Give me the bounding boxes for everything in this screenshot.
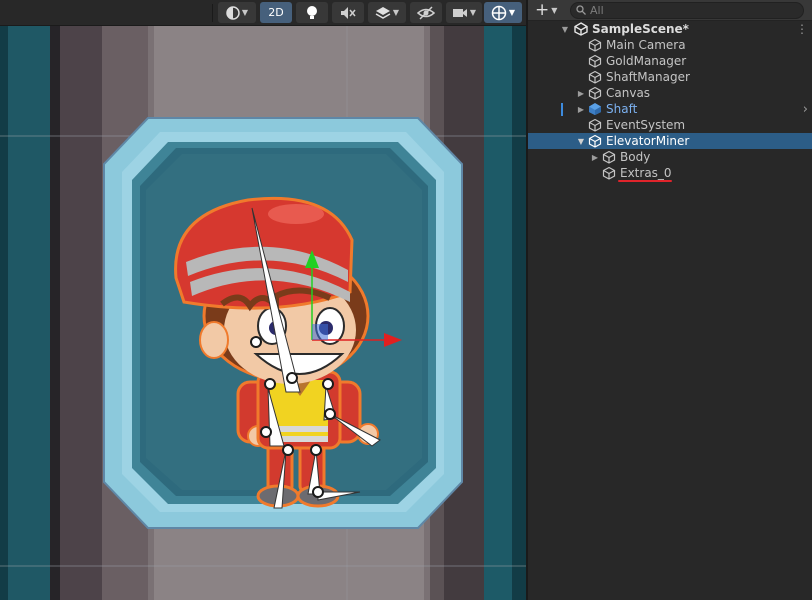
expand-arrow-icon[interactable]: ▶ (576, 105, 586, 114)
hierarchy-item-label: ElevatorMiner (606, 134, 690, 148)
gizmo-xy-plane (312, 324, 328, 340)
gameobject-cube-icon (602, 150, 616, 164)
collapse-arrow-icon[interactable]: ▼ (576, 137, 586, 146)
hierarchy-item-label: Body (620, 150, 651, 164)
scene-canvas[interactable] (0, 0, 526, 600)
hierarchy-item-body[interactable]: ▶ Body (528, 149, 812, 165)
hierarchy-toolbar: + ▼ (528, 0, 812, 21)
gameobject-cube-icon (588, 54, 602, 68)
hierarchy-item-label: Extras_0 (620, 166, 672, 180)
kebab-menu-icon[interactable]: ⋮ (796, 22, 808, 36)
scene-visibility-button[interactable] (410, 2, 442, 23)
expand-arrow-icon[interactable]: ▶ (590, 153, 600, 162)
hierarchy-item-label: GoldManager (606, 54, 687, 68)
hierarchy-search-input[interactable] (590, 4, 770, 17)
audio-muted-icon (340, 6, 356, 20)
hierarchy-search-box[interactable] (570, 2, 804, 19)
add-object-dropdown[interactable]: + ▼ (532, 1, 564, 20)
annotation-underline (618, 180, 672, 182)
hierarchy-item-extras-0[interactable]: Extras_0 (528, 165, 812, 181)
expand-arrow-icon[interactable]: ▶ (576, 89, 586, 98)
plus-icon: + (535, 0, 550, 20)
hierarchy-item-label: Main Camera (606, 38, 686, 52)
hierarchy-item-label: EventSystem (606, 118, 686, 132)
chevron-down-icon: ▼ (241, 8, 249, 17)
search-icon (576, 4, 586, 18)
gizmo-globe-icon (491, 5, 507, 21)
gameobject-cube-icon (588, 86, 602, 100)
gameobject-cube-icon (602, 166, 616, 180)
shading-sphere-icon (226, 5, 240, 20)
audio-toggle-button[interactable] (332, 2, 364, 23)
hierarchy-item-goldmanager[interactable]: GoldManager (528, 53, 812, 69)
chevron-down-icon: ▼ (551, 6, 558, 15)
hierarchy-item-label: Shaft (606, 102, 638, 116)
camera-icon (452, 7, 468, 19)
scene-name-label: SampleScene* (592, 22, 689, 36)
chevron-down-icon: ▼ (392, 8, 400, 17)
hierarchy-item-eventsystem[interactable]: EventSystem (528, 117, 812, 133)
camera-settings-dropdown[interactable]: ▼ (446, 2, 482, 23)
hierarchy-item-elevatorminer[interactable]: ▼ ElevatorMiner (528, 133, 812, 149)
eye-hidden-icon (417, 5, 435, 20)
toolbar-separator (212, 4, 213, 22)
layers-effects-icon (375, 6, 391, 20)
expand-arrow-icon[interactable]: ▼ (560, 25, 570, 34)
hierarchy-item-shaft[interactable]: ▶ Shaft › (528, 101, 812, 117)
chevron-down-icon: ▼ (508, 8, 516, 17)
lightbulb-icon (305, 5, 319, 21)
unity-scene-icon (574, 22, 588, 36)
effects-dropdown[interactable]: ▼ (368, 2, 406, 23)
chevron-right-icon[interactable]: › (803, 102, 808, 117)
gameobject-cube-icon (588, 134, 602, 148)
toggle-2d-button[interactable]: 2D (260, 2, 292, 23)
gameobject-cube-icon (588, 70, 602, 84)
hierarchy-item-canvas[interactable]: ▶ Canvas (528, 85, 812, 101)
hierarchy-item-shaftmanager[interactable]: ShaftManager (528, 69, 812, 85)
hierarchy-item-label: ShaftManager (606, 70, 690, 84)
hierarchy-item-label: Canvas (606, 86, 651, 100)
toggle-2d-label: 2D (268, 6, 284, 19)
prefab-cube-icon (588, 102, 602, 116)
scene-view[interactable]: ▼ 2D ▼ ▼ ▼ (0, 0, 526, 600)
chevron-down-icon: ▼ (469, 8, 477, 17)
hierarchy-panel: + ▼ ▼ SampleScene* ⋮ Main Camera GoldMan… (526, 0, 812, 600)
gameobject-cube-icon (588, 38, 602, 52)
hierarchy-item-main-camera[interactable]: Main Camera (528, 37, 812, 53)
gameobject-cube-icon (588, 118, 602, 132)
right-teal-wall (484, 0, 512, 600)
scene-toolbar: ▼ 2D ▼ ▼ ▼ (0, 0, 526, 26)
gizmos-dropdown[interactable]: ▼ (484, 2, 522, 23)
draw-mode-dropdown[interactable]: ▼ (218, 2, 256, 23)
prefab-override-marker (561, 103, 563, 116)
scene-root-row[interactable]: ▼ SampleScene* ⋮ (528, 21, 812, 37)
lighting-toggle-button[interactable] (296, 2, 328, 23)
